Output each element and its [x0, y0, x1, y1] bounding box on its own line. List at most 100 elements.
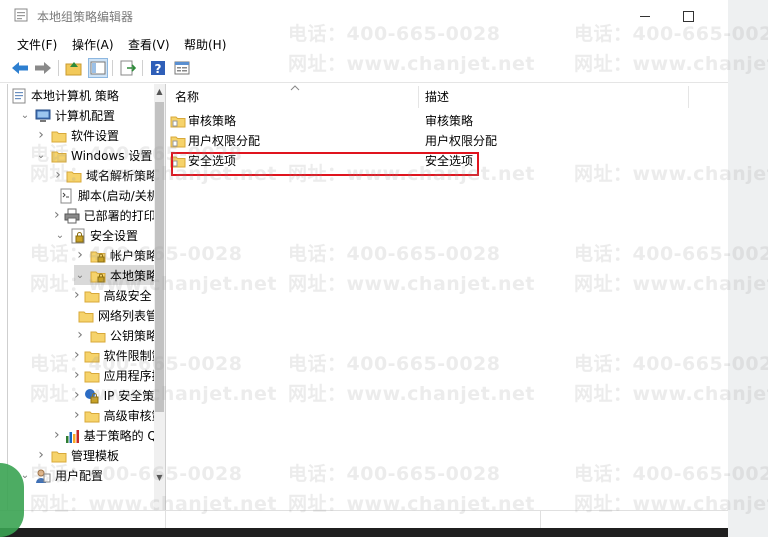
up-one-level-button[interactable]: [64, 58, 84, 78]
user-icon: [35, 468, 51, 483]
collapsed-chevron-icon[interactable]: ›: [74, 327, 86, 343]
tree-scrollbar[interactable]: ▲ ▼: [154, 84, 165, 528]
collapsed-chevron-icon[interactable]: ›: [74, 387, 80, 403]
scroll-thumb[interactable]: [155, 102, 164, 412]
expanded-chevron-icon[interactable]: ⌄: [54, 229, 66, 241]
scroll-down-icon[interactable]: ▼: [155, 473, 164, 485]
list-item[interactable]: 安全选项 安全选项: [170, 150, 726, 170]
minimize-button[interactable]: [625, 0, 665, 32]
tree-item-label: 计算机配置: [55, 108, 116, 123]
tree-item[interactable]: ›应用程序控制策略: [74, 365, 165, 385]
tree-item-label: 帐户策略: [109, 248, 158, 263]
app-icon: [14, 8, 28, 22]
folder-icon: [51, 448, 67, 463]
show-hide-tree-button[interactable]: [88, 58, 108, 78]
back-button[interactable]: [10, 58, 30, 78]
tree-item-label: 本地计算机 策略: [31, 88, 119, 103]
tree-item[interactable]: ⌄ Windows 设置: [35, 145, 158, 165]
tree-item[interactable]: ›高级安全 Windows 防火墙: [74, 285, 165, 305]
printer-icon: [64, 208, 80, 224]
toolbar-separator: [58, 60, 59, 76]
column-divider[interactable]: [418, 86, 419, 108]
folder-lock-icon: [90, 248, 106, 263]
status-bar: [0, 510, 728, 529]
list-item[interactable]: 用户权限分配 用户权限分配: [170, 130, 726, 150]
tree-item[interactable]: ⌄ 用户配置: [19, 465, 158, 485]
column-header-description[interactable]: 描述: [425, 84, 675, 108]
up-folder-icon: [65, 62, 82, 76]
show-hide-tree-icon: [90, 61, 106, 75]
export-list-button[interactable]: [118, 58, 138, 78]
folder-icon: [84, 288, 100, 303]
list-item-name: 审核策略: [188, 113, 237, 128]
tree-item[interactable]: › 帐户策略: [74, 245, 158, 265]
collapsed-chevron-icon[interactable]: ›: [74, 247, 86, 263]
details-pane: 名称 描述 审核策略 审核策略 用户权限分配 用户权限分配 安全选项 安全选项: [166, 84, 728, 528]
chart-icon: [64, 428, 80, 443]
collapsed-chevron-icon[interactable]: ›: [54, 167, 62, 183]
tree-item[interactable]: ›高级审核策略配置: [74, 405, 165, 425]
collapsed-chevron-icon[interactable]: ›: [54, 427, 60, 443]
collapsed-chevron-icon[interactable]: ›: [35, 447, 47, 463]
help-icon: ?: [151, 61, 165, 76]
expanded-chevron-icon[interactable]: ⌄: [35, 149, 47, 161]
tree-item-label: 用户配置: [55, 468, 104, 483]
tree-item[interactable]: › 管理模板: [35, 445, 158, 465]
tree-item-label: 脚本(启动/关机): [78, 188, 164, 203]
tree-item[interactable]: 本地计算机 策略: [11, 85, 158, 105]
expanded-chevron-icon[interactable]: ⌄: [19, 109, 31, 121]
policy-icon: [11, 88, 27, 104]
export-list-icon: [120, 60, 136, 76]
menu-file[interactable]: 文件(F): [17, 36, 57, 53]
folder-icon: [90, 328, 106, 343]
collapsed-chevron-icon[interactable]: ›: [74, 407, 80, 423]
folder-icon: [78, 308, 94, 323]
expanded-chevron-icon[interactable]: ⌄: [74, 269, 86, 281]
menu-action[interactable]: 操作(A): [72, 36, 114, 53]
properties-icon: [174, 61, 190, 75]
collapsed-chevron-icon[interactable]: ›: [74, 347, 80, 363]
policy-folder-icon: [170, 153, 186, 168]
collapsed-chevron-icon[interactable]: ›: [74, 367, 80, 383]
menu-view[interactable]: 查看(V): [128, 36, 170, 53]
tree-item[interactable]: ⌄ 安全设置: [54, 225, 158, 245]
collapsed-chevron-icon[interactable]: ›: [74, 287, 80, 303]
collapsed-chevron-icon[interactable]: ›: [54, 207, 60, 223]
forward-button[interactable]: [33, 58, 53, 78]
tree-item[interactable]: › 基于策略的 QoS: [54, 425, 165, 445]
toolbar-separator: [142, 60, 143, 76]
tree-item[interactable]: › 域名解析策略: [54, 165, 158, 185]
policy-folder-icon: [170, 133, 186, 148]
menu-help[interactable]: 帮助(H): [184, 36, 226, 53]
scroll-up-icon[interactable]: ▲: [155, 87, 164, 99]
tree-item[interactable]: › IP 安全策略: [74, 385, 165, 405]
main-content: ⌄用户配置›管理模板›基于策略的 QoS›高级审核策略配置›IP 安全策略›应用…: [0, 84, 728, 529]
policy-folder-icon: [170, 113, 186, 128]
tree-item[interactable]: › 软件设置: [35, 125, 158, 145]
tree-item-label: 公钥策略: [109, 328, 158, 343]
tree-item[interactable]: › 公钥策略: [74, 325, 158, 345]
list-item[interactable]: 审核策略 审核策略: [170, 110, 726, 130]
tree-item[interactable]: 脚本(启动/关机): [54, 185, 163, 205]
status-divider: [165, 511, 166, 529]
tree-item[interactable]: ⌄ 计算机配置: [19, 105, 158, 125]
title-bar: 本地组策略编辑器: [0, 0, 728, 32]
column-divider[interactable]: [688, 86, 689, 108]
tree-item[interactable]: ›软件限制策略: [74, 345, 165, 365]
folder-icon: [51, 128, 67, 143]
back-arrow-icon: [12, 62, 28, 74]
tree-item-label: 域名解析策略: [85, 168, 158, 183]
collapsed-chevron-icon[interactable]: ›: [35, 127, 47, 143]
maximize-icon: [682, 10, 694, 22]
svg-text:?: ?: [155, 62, 162, 76]
tree-item[interactable]: 网络列表管理器策略: [74, 305, 165, 325]
tree-item[interactable]: ⌄ 本地策略: [74, 265, 158, 285]
toolbar-separator: [112, 60, 113, 76]
sort-ascending-icon: [290, 85, 300, 91]
list-item-name: 安全选项: [188, 153, 237, 168]
help-button[interactable]: ?: [148, 58, 168, 78]
tree-item[interactable]: › 已部署的打印机: [54, 205, 165, 225]
list-item-description: 安全选项: [425, 153, 474, 168]
maximize-button[interactable]: [668, 0, 708, 32]
properties-button[interactable]: [172, 58, 192, 78]
